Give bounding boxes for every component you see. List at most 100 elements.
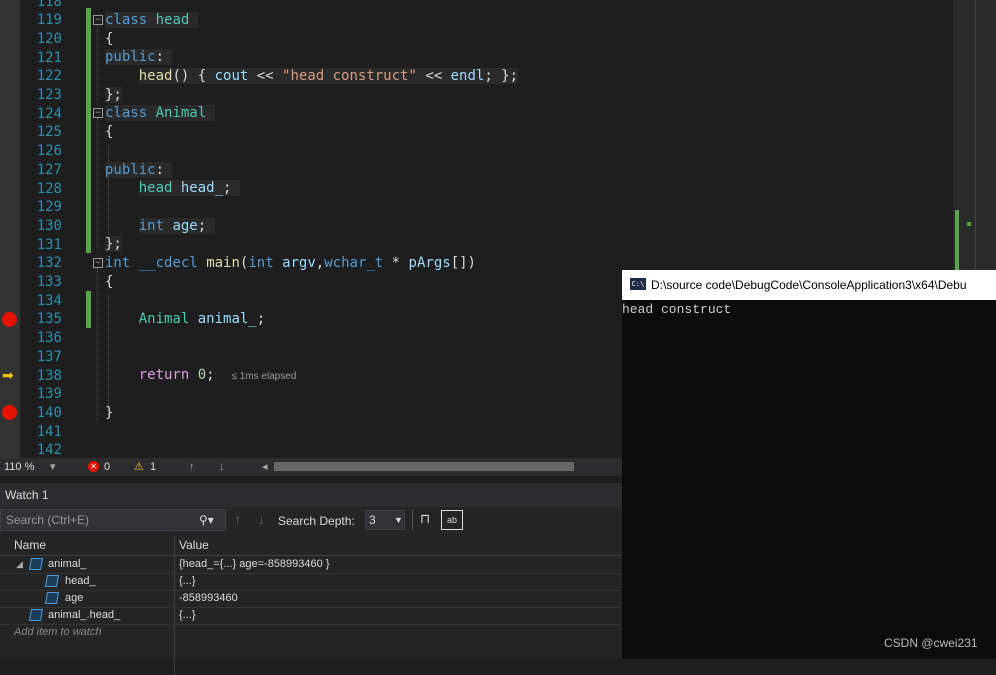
zoom-level[interactable]: 110 % [4, 458, 34, 476]
line-number: 123 [36, 87, 62, 103]
watch-value[interactable]: {head_={...} age=-858993460 } [179, 556, 330, 573]
watch-row[interactable]: head_ {...} [0, 573, 622, 591]
code-line-123: }; [105, 86, 122, 105]
brace: }; [105, 87, 122, 103]
line-number: 121 [36, 49, 62, 66]
line-number: 140 [36, 404, 62, 421]
line-number: 136 [36, 330, 62, 347]
arrow-up-icon[interactable]: ↑ [189, 458, 195, 476]
keyword: int [138, 218, 165, 234]
hex-display-icon[interactable]: ab [441, 510, 463, 530]
watch-row[interactable]: age -858993460 [0, 590, 622, 608]
variable: pArgs [408, 255, 451, 271]
collapse-icon[interactable]: − [93, 258, 103, 268]
keyword: int [248, 255, 274, 271]
fold-guide [97, 25, 98, 100]
watch-name: animal_ [48, 558, 87, 570]
breakpoint-icon[interactable] [2, 312, 17, 327]
add-item-placeholder[interactable]: Add item to watch [14, 624, 101, 641]
divider [975, 0, 976, 270]
chevron-down-icon[interactable]: ▾ [50, 458, 56, 476]
watch-value[interactable]: -858993460 [179, 590, 238, 607]
line-number: 119 [36, 12, 62, 29]
console-titlebar[interactable]: C:\ D:\source code\DebugCode\ConsoleAppl… [622, 270, 996, 300]
collapse-icon[interactable]: − [93, 108, 103, 118]
line-number: 127 [36, 161, 62, 178]
object-icon [28, 556, 46, 573]
error-icon[interactable]: ✕ [88, 461, 99, 472]
console-window[interactable]: C:\ D:\source code\DebugCode\ConsoleAppl… [622, 270, 996, 659]
identifier: endl [450, 68, 485, 84]
editor-line: 123 [0, 86, 960, 105]
code-line-130: int age; [138, 218, 215, 234]
editor-status-bar: 110 % ▾ ✕ 0 ⚠ 1 ↑ ↓ ◂ [0, 458, 622, 476]
warning-icon[interactable]: ⚠ [134, 458, 144, 476]
line-number: 126 [36, 143, 62, 160]
search-prev-icon[interactable]: ↑ [234, 511, 241, 527]
line-number: 130 [36, 217, 62, 234]
search-placeholder: Search (Ctrl+E) [6, 513, 90, 527]
grid-header: Name Value [0, 535, 622, 675]
watch-value[interactable]: {...} [179, 573, 196, 590]
watch-row[interactable]: animal_.head_ {...} [0, 607, 622, 625]
add-watch-row[interactable]: Add item to watch [0, 624, 622, 641]
editor-line: 126 [0, 142, 960, 161]
code-line-119: class head [105, 11, 198, 30]
fold-guide [97, 268, 98, 420]
line-number: 138 [36, 367, 62, 384]
variable: head_ [180, 180, 224, 196]
watch-row[interactable]: ◢ animal_ {head_={...} age=-858993460 } [0, 556, 622, 574]
scroll-left-icon[interactable]: ◂ [262, 458, 268, 476]
expand-arrow-icon[interactable]: ◢ [16, 556, 23, 573]
perf-tip[interactable]: ≤ 1ms elapsed [231, 371, 296, 382]
console-title: D:\source code\DebugCode\ConsoleApplicat… [651, 278, 967, 292]
line-number: 128 [36, 180, 62, 197]
brace: } [105, 405, 114, 421]
keyword: class [105, 105, 148, 121]
watch-window: Watch 1 Search (Ctrl+E) ⚲▾ ↑ ↓ Search De… [0, 483, 622, 675]
code-text: []) [450, 255, 476, 271]
code-line-128: head head_; [138, 180, 240, 196]
column-header-name[interactable]: Name [14, 538, 46, 552]
watch-name: head_ [65, 575, 96, 587]
variable: animal_ [197, 311, 257, 327]
watch-name: age [65, 592, 84, 604]
type-name: Animal [155, 105, 207, 121]
function-name: main [206, 255, 240, 271]
column-header-value[interactable]: Value [179, 538, 209, 552]
current-statement-arrow-icon: ➡ [2, 367, 14, 383]
error-count[interactable]: 0 [104, 458, 110, 476]
code-line-127: public: [105, 162, 173, 178]
scroll-change-marker [955, 210, 959, 270]
search-depth-select[interactable]: 3 ▼ [365, 510, 405, 530]
collapse-icon[interactable]: − [93, 15, 103, 25]
field-icon [44, 573, 62, 590]
search-input[interactable]: Search (Ctrl+E) ⚲▾ [0, 509, 226, 531]
keyword: __cdecl [138, 255, 198, 271]
line-number: 124 [36, 105, 62, 122]
watch-value[interactable]: {...} [179, 607, 196, 624]
line-number: 122 [36, 68, 62, 85]
variable: age [172, 218, 198, 234]
editor-line: 118 [0, 0, 960, 11]
line-number: 133 [36, 274, 62, 290]
keyword: public [105, 162, 156, 178]
fold-guide [97, 118, 98, 250]
search-icon[interactable]: ⚲▾ [199, 510, 214, 530]
warning-count[interactable]: 1 [150, 458, 156, 476]
watch-title[interactable]: Watch 1 [0, 483, 622, 507]
horizontal-scrollbar-thumb[interactable] [274, 462, 574, 471]
pin-icon[interactable]: ⊓ [420, 511, 430, 527]
line-number: 141 [36, 423, 62, 440]
search-depth-value: 3 [369, 513, 376, 527]
code-line-120: { [105, 30, 113, 49]
search-next-icon[interactable]: ↓ [258, 511, 265, 527]
code-line-132: int __cdecl main(int argv,wchar_t * pArg… [105, 255, 476, 271]
code-line-138: return 0; ≤ 1ms elapsed [138, 367, 297, 383]
type-name: Animal [138, 311, 190, 327]
breakpoint-icon[interactable] [2, 405, 17, 420]
number-literal: 0 [197, 367, 207, 383]
code-line-121: public: [105, 49, 173, 65]
arrow-down-icon[interactable]: ↓ [219, 458, 225, 476]
variable: argv [282, 255, 316, 271]
